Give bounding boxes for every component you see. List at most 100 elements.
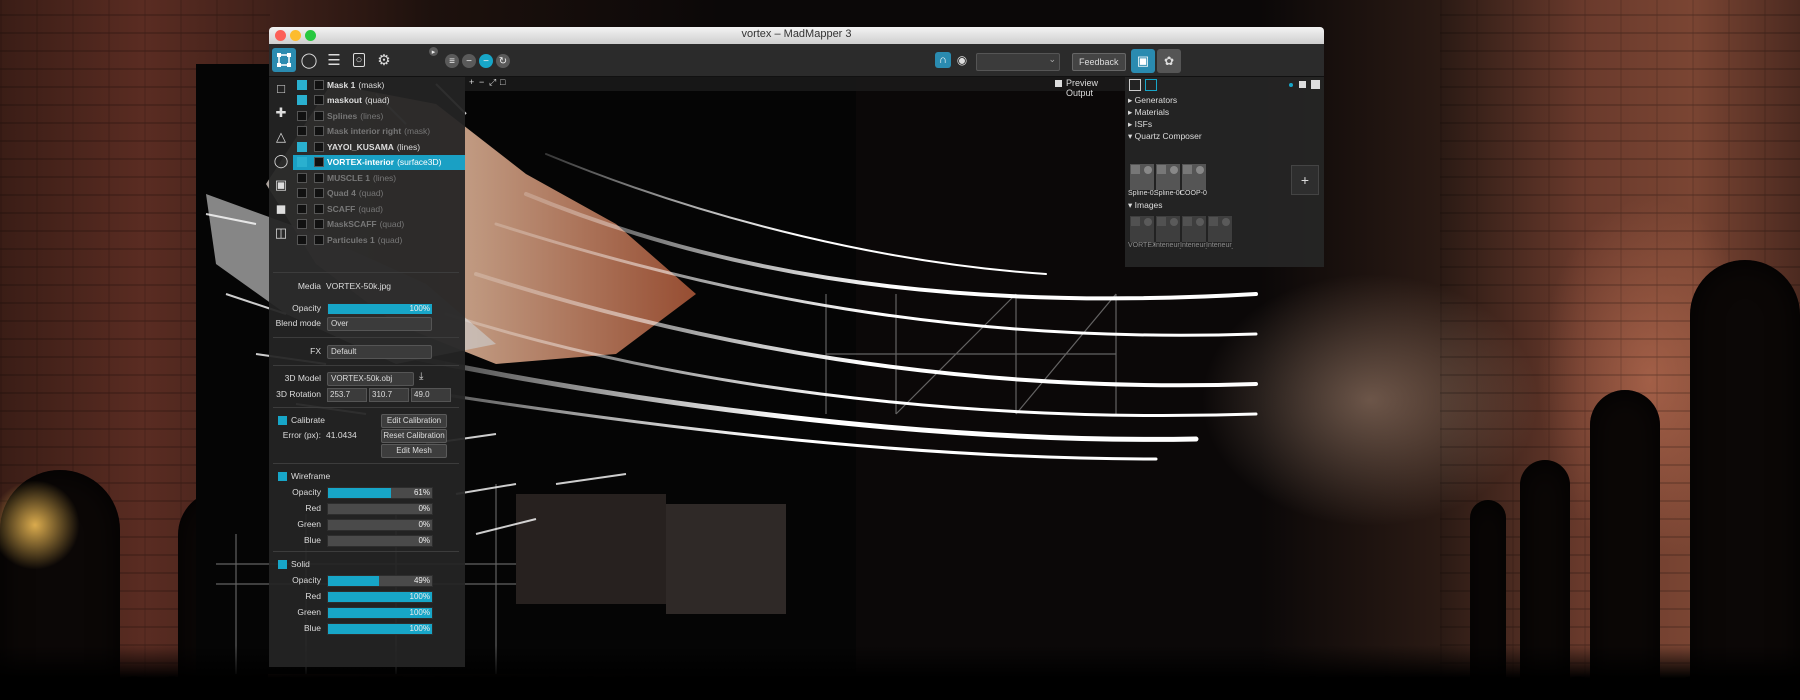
- lock-checkbox[interactable]: [314, 219, 324, 230]
- visibility-checkbox[interactable]: [297, 95, 307, 106]
- images-group[interactable]: ▾ Images: [1128, 200, 1163, 211]
- feedback-button[interactable]: Feedback: [1072, 53, 1126, 71]
- magnet-toggle-button[interactable]: ∩: [935, 52, 951, 68]
- add-line-icon[interactable]: ✚: [269, 101, 293, 125]
- add-mask-icon[interactable]: ▣: [269, 173, 293, 197]
- lock-checkbox[interactable]: [314, 110, 324, 121]
- value-slider[interactable]: 0%: [327, 503, 433, 515]
- surface-row[interactable]: MUSCLE 1 (lines): [293, 170, 465, 186]
- add-quad-icon[interactable]: □: [269, 77, 293, 101]
- visibility-checkbox[interactable]: [297, 188, 307, 199]
- media-value[interactable]: VORTEX-50k.jpg: [326, 281, 391, 291]
- collapse-button[interactable]: ▸: [429, 47, 438, 56]
- visibility-checkbox[interactable]: [297, 110, 307, 121]
- calibrate-checkbox[interactable]: [278, 416, 287, 425]
- value-slider[interactable]: 0%: [327, 535, 433, 547]
- solid-checkbox[interactable]: [278, 560, 287, 569]
- value-slider[interactable]: 100%: [327, 623, 433, 635]
- grid-button[interactable]: −: [479, 54, 493, 68]
- value-slider[interactable]: 0%: [327, 519, 433, 531]
- library-group[interactable]: ▾ Quartz Composer: [1128, 131, 1202, 142]
- value-slider[interactable]: 100%: [327, 607, 433, 619]
- surfaces-mode-button[interactable]: [272, 48, 296, 72]
- surface-row[interactable]: YAYOI_KUSAMA (lines): [293, 139, 465, 155]
- visibility-checkbox[interactable]: [297, 126, 307, 137]
- preview-output-checkbox[interactable]: [1055, 80, 1062, 87]
- lock-checkbox[interactable]: [314, 188, 324, 199]
- fx-select[interactable]: Default: [327, 345, 432, 359]
- large-grid-icon[interactable]: [1311, 80, 1320, 89]
- surface-row[interactable]: MaskSCAFF (quad): [293, 217, 465, 233]
- visibility-checkbox[interactable]: [297, 141, 307, 152]
- reset-calibration-button[interactable]: Reset Calibration: [381, 429, 447, 443]
- library-group[interactable]: ▸ Generators: [1128, 95, 1177, 106]
- lock-checkbox[interactable]: [314, 79, 324, 90]
- fit-view-button[interactable]: ≡: [445, 54, 459, 68]
- visibility-checkbox[interactable]: [297, 157, 307, 168]
- cues-mode-button[interactable]: ☰: [322, 48, 346, 72]
- value-slider[interactable]: 61%: [327, 487, 433, 499]
- library-group[interactable]: ▸ Materials: [1128, 107, 1169, 118]
- surface-row[interactable]: Particules 1 (quad): [293, 232, 465, 248]
- library-group[interactable]: ▸ ISFs: [1128, 119, 1152, 130]
- surface-row[interactable]: Mask 1 (mask): [293, 77, 465, 93]
- library-thumbnail[interactable]: [1181, 163, 1207, 191]
- lights-mode-button[interactable]: ◯: [297, 48, 321, 72]
- undo-button[interactable]: ↻: [496, 54, 510, 68]
- rotation-x-field[interactable]: 253.7: [327, 388, 367, 402]
- lock-checkbox[interactable]: [314, 203, 324, 214]
- lock-checkbox[interactable]: [314, 234, 324, 245]
- visibility-checkbox[interactable]: [297, 172, 307, 183]
- blend-mode-select[interactable]: Over: [327, 317, 432, 331]
- value-slider[interactable]: 100%: [327, 591, 433, 603]
- small-grid-icon[interactable]: [1299, 81, 1306, 88]
- visibility-checkbox[interactable]: [297, 203, 307, 214]
- visibility-checkbox[interactable]: [297, 234, 307, 245]
- media-view-icon[interactable]: [1145, 79, 1157, 91]
- library-thumbnail[interactable]: [1207, 215, 1233, 243]
- add-triangle-icon[interactable]: △: [269, 125, 293, 149]
- library-thumbnail[interactable]: [1181, 215, 1207, 243]
- add-icon[interactable]: +: [469, 77, 474, 87]
- output-select-dropdown[interactable]: ⌄: [976, 53, 1060, 71]
- edit-calibration-button[interactable]: Edit Calibration: [381, 414, 447, 428]
- lock-checkbox[interactable]: [314, 141, 324, 152]
- surface-row[interactable]: Mask interior right (mask): [293, 124, 465, 140]
- model-select[interactable]: VORTEX-50k.obj: [327, 372, 414, 386]
- list-view-icon[interactable]: [1129, 79, 1141, 91]
- surface-row[interactable]: maskout (quad): [293, 93, 465, 109]
- surface-row[interactable]: Quad 4 (quad): [293, 186, 465, 202]
- visibility-checkbox[interactable]: [297, 79, 307, 90]
- add-item-button[interactable]: +: [1291, 165, 1319, 195]
- visibility-toggle-button[interactable]: ◉: [954, 52, 970, 68]
- output-mode-button[interactable]: ○: [347, 48, 371, 72]
- lock-checkbox[interactable]: [314, 172, 324, 183]
- wireframe-checkbox[interactable]: [278, 472, 287, 481]
- library-thumbnail[interactable]: [1155, 215, 1181, 243]
- fullscreen-icon[interactable]: ⤢: [489, 77, 496, 88]
- surface-row[interactable]: Splines (lines): [293, 108, 465, 124]
- zoom-out-button[interactable]: −: [462, 54, 476, 68]
- import-model-icon[interactable]: ⤓: [419, 371, 423, 382]
- lock-checkbox[interactable]: [314, 126, 324, 137]
- rotation-z-field[interactable]: 49.0: [411, 388, 451, 402]
- lock-checkbox[interactable]: [314, 157, 324, 168]
- inspector-toggle-button[interactable]: ▣: [1131, 49, 1155, 73]
- remove-icon[interactable]: −: [479, 77, 484, 87]
- library-thumbnail[interactable]: [1155, 163, 1181, 191]
- surface-row[interactable]: VORTEX-interior (surface3D): [293, 154, 465, 170]
- frame-icon[interactable]: □: [500, 77, 505, 87]
- lock-checkbox[interactable]: [314, 95, 324, 106]
- add-group-icon[interactable]: ◫: [269, 221, 293, 245]
- library-toggle-button[interactable]: ✿: [1157, 49, 1181, 73]
- add-circle-icon[interactable]: ◯: [269, 149, 293, 173]
- rotation-y-field[interactable]: 310.7: [369, 388, 409, 402]
- visibility-checkbox[interactable]: [297, 219, 307, 230]
- settings-button[interactable]: ⚙: [372, 48, 396, 72]
- edit-mesh-button[interactable]: Edit Mesh: [381, 444, 447, 458]
- opacity-slider[interactable]: 100%: [327, 303, 433, 315]
- value-slider[interactable]: 49%: [327, 575, 433, 587]
- library-thumbnail[interactable]: [1129, 215, 1155, 243]
- library-thumbnail[interactable]: [1129, 163, 1155, 191]
- add-3d-icon[interactable]: ◼: [269, 197, 293, 221]
